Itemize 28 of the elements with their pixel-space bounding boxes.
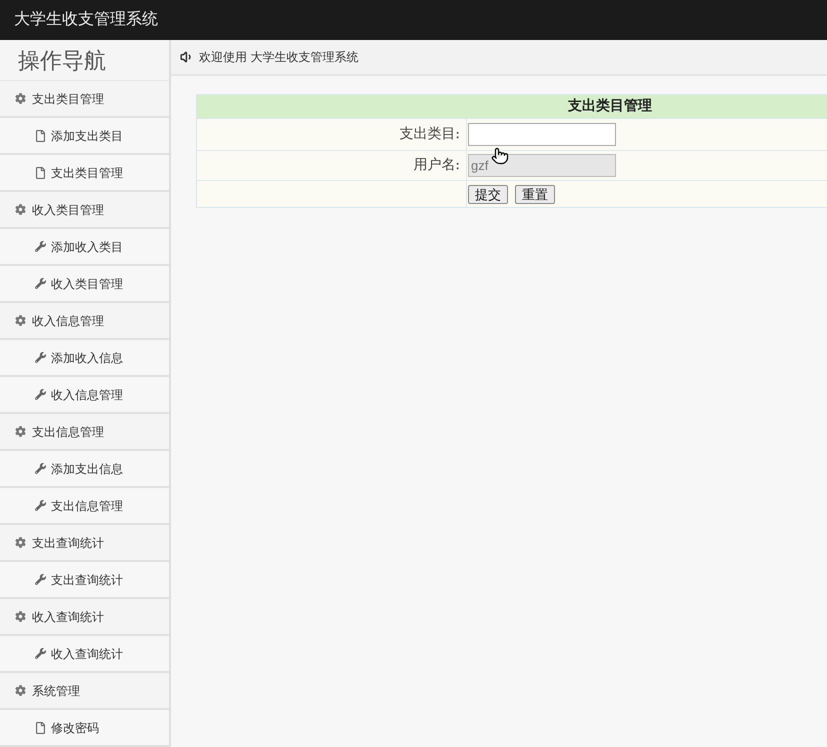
form-button[interactable]: 重置 (515, 184, 555, 204)
wrench-icon (35, 352, 46, 363)
wrench-icon (35, 574, 46, 585)
document-icon (35, 722, 46, 734)
gear-icon (15, 204, 26, 215)
gear-icon (15, 426, 26, 437)
gear-icon (15, 315, 26, 326)
app-title: 大学生收支管理系统 (14, 10, 158, 30)
gear-icon (15, 537, 26, 548)
wrench-icon (35, 389, 46, 400)
form-button[interactable]: 提交 (468, 184, 508, 204)
wrench-icon (35, 463, 46, 474)
wrench-icon (35, 241, 46, 252)
wrench-icon (35, 278, 46, 289)
welcome-text: 欢迎使用 大学生收支管理系统 (199, 49, 358, 66)
document-icon (35, 166, 46, 178)
wrench-icon (35, 648, 46, 659)
gear-icon (15, 611, 26, 622)
input-field[interactable] (468, 123, 616, 146)
field-label: 用户名: (413, 156, 460, 175)
document-icon (35, 130, 46, 142)
hand-cursor-icon (491, 146, 509, 166)
gear-icon (15, 685, 26, 696)
field-label: 支出类目: (399, 125, 460, 144)
form-title: 支出类目管理 (568, 97, 652, 116)
sidebar-title: 操作导航 (18, 46, 106, 74)
gear-icon (15, 93, 26, 104)
wrench-icon (35, 500, 46, 511)
